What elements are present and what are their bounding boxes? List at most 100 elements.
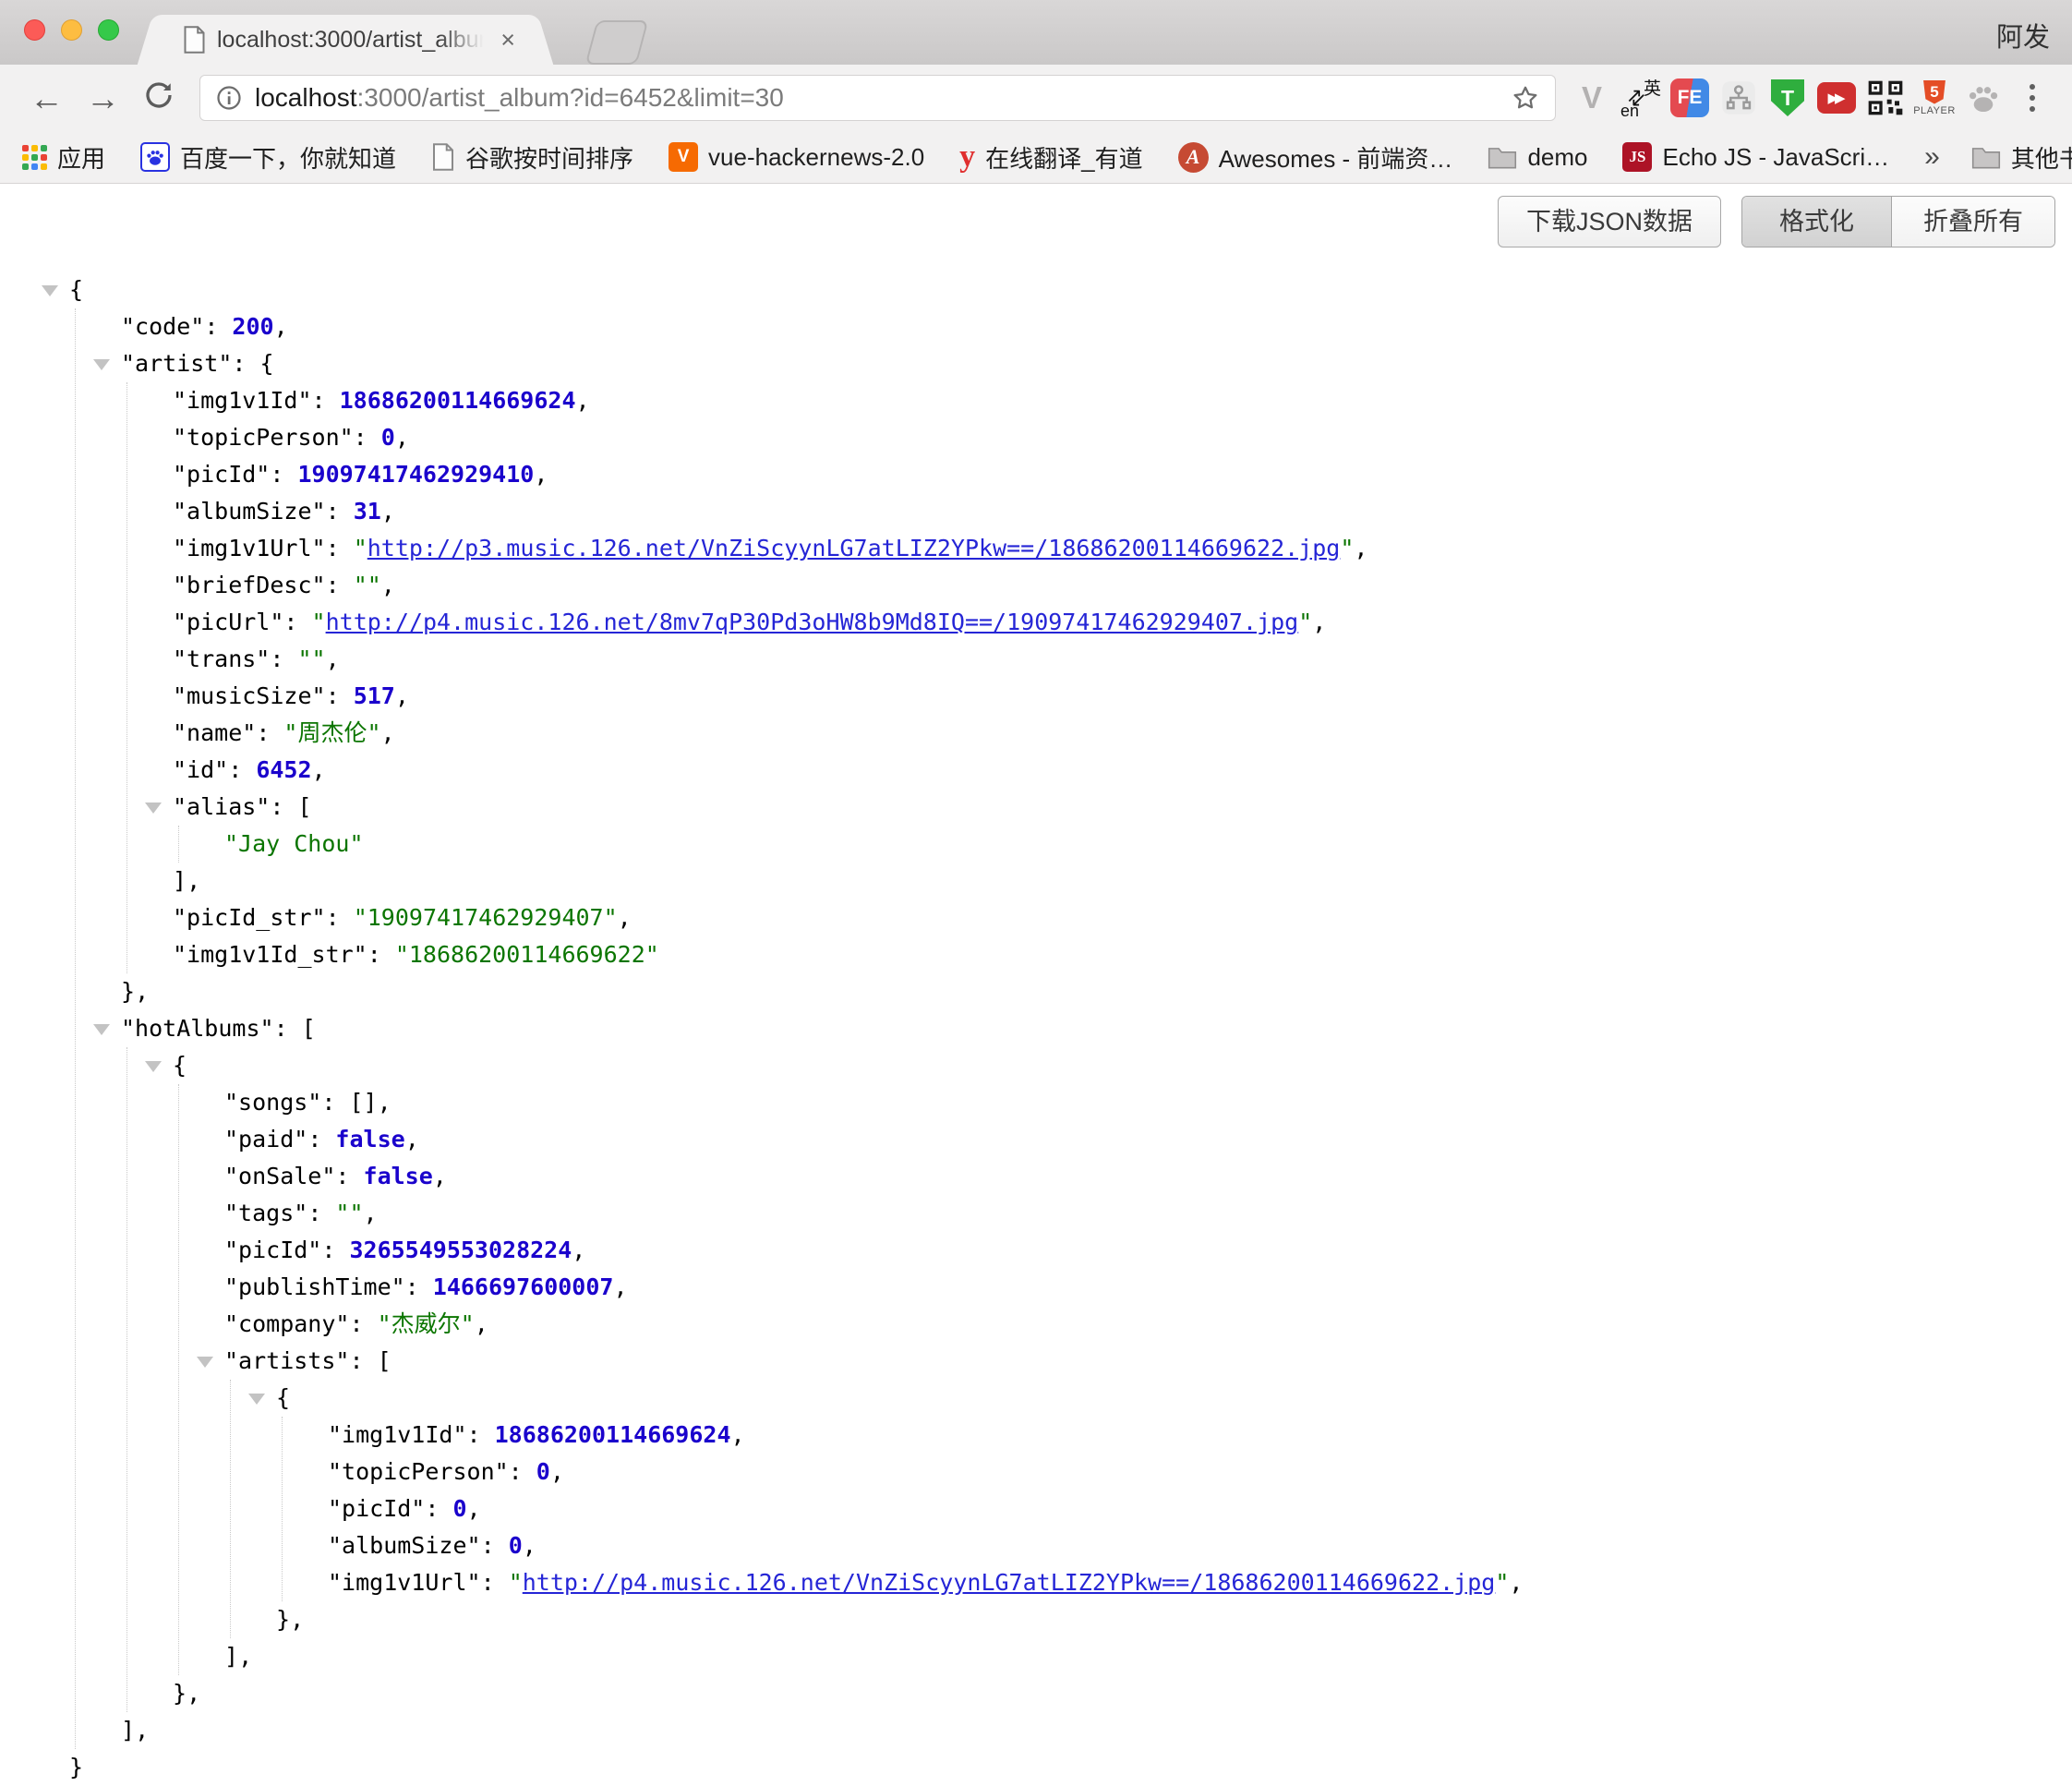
folder-icon [1971,145,2001,169]
bookmarks-list: 应用 百度一下，你就知道谷歌按时间排序 Vvue-hackernews-2.0 y 在线… [22,140,1924,175]
bookmark-label: 在线翻译_有道 [985,140,1142,175]
json-line: "code": 200, [121,308,2072,345]
bookmark-label: demo [1527,143,1587,172]
json-line: "img1v1Id": 18686200114669624, [173,382,2072,419]
url-bar[interactable]: localhost:3000/artist_album?id=6452&limi… [199,75,1556,121]
collapse-toggle-icon[interactable] [197,1357,213,1368]
json-line: }, [173,1675,2072,1712]
json-line: "picUrl": "http://p4.music.126.net/8mv7q… [173,604,2072,641]
json-line: }, [276,1601,2072,1638]
bookmark-item[interactable]: 谷歌按时间排序 [431,140,633,175]
json-line: { [276,1380,2072,1417]
youdao-icon: y [959,143,975,171]
forward-button[interactable]: → [86,81,120,115]
json-line: "img1v1Url": "http://p3.music.126.net/Vn… [173,530,2072,567]
json-link[interactable]: http://p3.music.126.net/VnZiScyynLG7atLI… [367,535,1341,561]
baidu-paw-icon [140,142,170,172]
json-toolbar: 下载JSON数据 格式化 折叠所有 [1498,196,2055,247]
browser-toolbar: ← → localhost:3000/artist_album?id=6452&… [0,65,2072,131]
vue-devtools-icon[interactable]: V [1571,77,1613,119]
collapse-toggle-icon[interactable] [248,1394,265,1405]
json-line: } [69,1749,2072,1786]
fe-extension-icon[interactable]: FE [1668,77,1711,119]
view-mode-segment: 格式化 折叠所有 [1741,196,2055,247]
json-line: "picId": 19097417462929410, [173,456,2072,493]
collapse-toggle-icon[interactable] [93,359,110,370]
json-link[interactable]: http://p4.music.126.net/8mv7qP30Pd3oHW8b… [326,609,1299,635]
bookmarks-overflow-chevron[interactable]: » [1924,141,1940,173]
bookmark-label: 应用 [57,140,105,175]
json-line: }, [121,973,2072,1010]
paw-extension-icon[interactable] [1962,77,2005,119]
json-line: "Jay Chou" [224,826,2072,863]
page-content: 下载JSON数据 格式化 折叠所有 { "code": 200,"artist":… [0,184,2072,1619]
shield-extension-icon[interactable]: T [1766,77,1809,119]
json-viewer: {"code": 200,"artist": {"img1v1Id": 1868… [0,184,2072,1786]
format-button[interactable]: 格式化 [1742,197,1892,247]
json-line: "albumSize": 31, [173,493,2072,530]
sitemap-extension-icon[interactable] [1717,77,1760,119]
fast-forward-extension-icon[interactable]: ▶▶ [1815,77,1858,119]
bookmark-star-icon[interactable] [1511,83,1540,113]
json-line: "publishTime": 1466697600007, [224,1269,2072,1306]
download-json-button[interactable]: 下载JSON数据 [1498,196,1721,247]
minimize-window-button[interactable] [61,19,82,41]
tab-close-icon[interactable]: × [497,28,519,53]
browser-tab[interactable]: localhost:3000/artist_album?id × [163,15,528,65]
json-line: "paid": false, [224,1121,2072,1158]
qr-code-extension-icon[interactable] [1864,77,1907,119]
fullscreen-window-button[interactable] [98,19,119,41]
json-line: ], [121,1712,2072,1749]
json-line: ], [224,1638,2072,1675]
json-line: "topicPerson": 0, [328,1454,2072,1490]
json-line: "musicSize": 517, [173,678,2072,715]
html5-player-extension-icon[interactable]: 5 PLAYER [1913,77,1956,119]
bookmark-item[interactable]: 百度一下，你就知道 [140,140,396,175]
json-line: "topicPerson": 0, [173,419,2072,456]
bookmark-item[interactable]: JSEcho JS - JavaScri… [1622,142,1889,172]
page-info-icon[interactable] [215,84,243,112]
json-line: "artist": { [121,345,2072,382]
reload-button[interactable] [142,78,175,117]
collapse-all-button[interactable]: 折叠所有 [1892,197,2054,247]
url-path: :3000/artist_album?id=6452&limit=30 [357,83,784,112]
translate-extension-icon[interactable]: 英 ⇄ en [1620,77,1662,119]
collapse-toggle-icon[interactable] [42,285,58,296]
bookmark-item[interactable]: Vvue-hackernews-2.0 [669,142,924,172]
other-bookmarks-label: 其他书签 [2011,140,2072,175]
tab-title: localhost:3000/artist_album?id [217,27,491,54]
collapse-toggle-icon[interactable] [145,802,162,814]
json-line: { [173,1047,2072,1084]
collapse-toggle-icon[interactable] [93,1024,110,1035]
reload-icon [142,78,175,112]
json-line: "id": 6452, [173,752,2072,789]
json-line: "alias": [ [173,789,2072,826]
json-line: "img1v1Id": 18686200114669624, [328,1417,2072,1454]
json-line: "tags": "", [224,1195,2072,1232]
json-line: "img1v1Url": "http://p4.music.126.net/Vn… [328,1564,2072,1601]
new-tab-button[interactable] [585,20,649,65]
bookmark-item[interactable]: 应用 [22,140,105,175]
bookmark-item[interactable]: demo [1488,143,1587,172]
json-line: "name": "周杰伦", [173,715,2072,752]
json-link[interactable]: http://p4.music.126.net/VnZiScyynLG7atLI… [523,1569,1496,1596]
bookmark-item[interactable]: A Awesomes - 前端资… [1178,140,1453,175]
folder-icon [1488,145,1517,169]
json-line: "briefDesc": "", [173,567,2072,604]
back-button[interactable]: ← [30,81,64,115]
url-text[interactable]: localhost:3000/artist_album?id=6452&limi… [255,83,784,113]
vue-icon: V [669,142,698,172]
echojs-icon: JS [1622,142,1652,172]
json-line: ], [173,863,2072,899]
json-line: "hotAlbums": [ [121,1010,2072,1047]
awesomes-icon: A [1178,142,1209,173]
bookmark-item[interactable]: y 在线翻译_有道 [959,140,1142,175]
collapse-toggle-icon[interactable] [145,1061,162,1072]
browser-menu-icon[interactable] [2011,77,2054,119]
bookmark-label: 百度一下，你就知道 [180,140,396,175]
close-window-button[interactable] [24,19,45,41]
page-favicon-icon [183,26,206,54]
other-bookmarks-folder[interactable]: 其他书签 [1971,140,2072,175]
bookmark-label: Awesomes - 前端资… [1219,140,1453,175]
browser-profile-name[interactable]: 阿发 [1996,16,2050,54]
